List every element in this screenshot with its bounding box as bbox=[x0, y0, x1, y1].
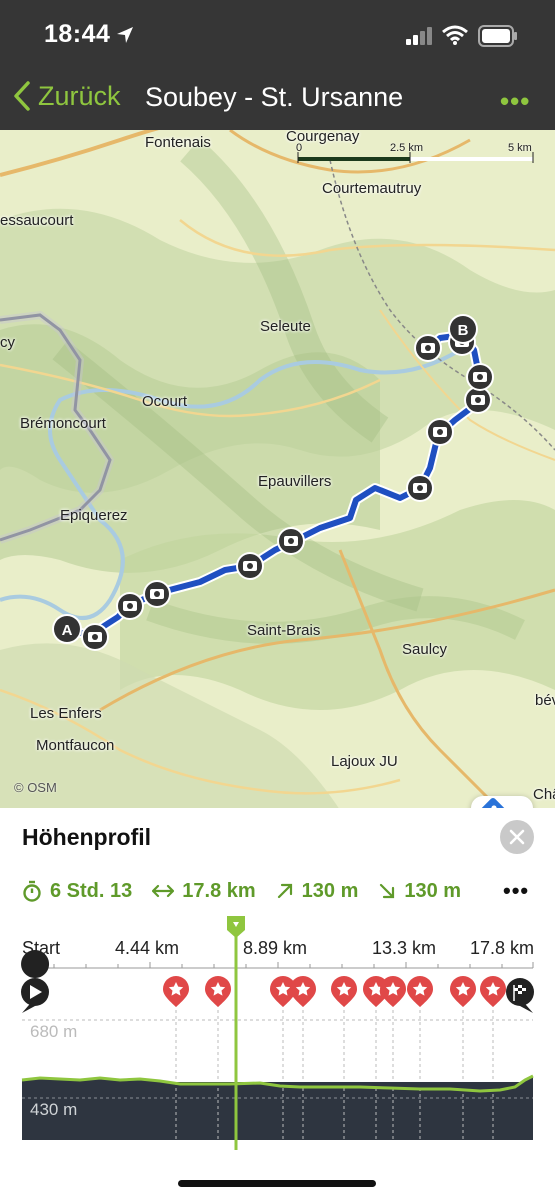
highlight-pin-icon[interactable] bbox=[163, 976, 189, 1007]
photo-marker[interactable] bbox=[236, 552, 264, 580]
place-label: Seleute bbox=[260, 318, 311, 335]
scale-label: 5 km bbox=[508, 142, 532, 154]
place-label: Epiquerez bbox=[60, 507, 128, 524]
place-label: Saint-Brais bbox=[247, 622, 321, 639]
start-marker-label: A bbox=[62, 622, 73, 639]
location-arrow-icon bbox=[116, 26, 134, 49]
end-marker-label: B bbox=[458, 322, 469, 339]
place-label: cy bbox=[0, 334, 15, 351]
photo-marker[interactable] bbox=[414, 334, 442, 362]
back-label: Zurück bbox=[38, 80, 121, 111]
route-map[interactable]: A B Fontenais Courgenay Courtemautruy es… bbox=[0, 130, 555, 810]
place-label: Châ bbox=[533, 786, 555, 803]
photo-marker[interactable] bbox=[426, 418, 454, 446]
map-attribution: © OSM bbox=[14, 780, 57, 795]
elevation-axis-label: 430 m bbox=[30, 1100, 78, 1119]
highlight-pin-icon[interactable] bbox=[290, 976, 316, 1007]
highlight-pin-icon[interactable] bbox=[205, 976, 231, 1007]
highlight-pin-icon[interactable] bbox=[380, 976, 406, 1007]
place-label: Courtemautruy bbox=[322, 180, 422, 197]
place-label: essaucourt bbox=[0, 212, 74, 229]
place-label: Epauvillers bbox=[258, 473, 332, 490]
finish-flag-icon[interactable] bbox=[506, 978, 534, 1013]
place-label: Lajoux JU bbox=[331, 753, 398, 770]
place-label: Montfaucon bbox=[36, 737, 115, 754]
place-label: Saulcy bbox=[402, 641, 448, 658]
scale-label: 0 bbox=[296, 142, 303, 154]
place-label: Brémoncourt bbox=[20, 415, 106, 432]
place-label: Les Enfers bbox=[30, 705, 102, 722]
home-indicator bbox=[178, 1180, 376, 1187]
status-time: 18:44 bbox=[44, 20, 111, 48]
page-title: Soubey - St. Ursanne bbox=[145, 82, 404, 112]
photo-marker[interactable] bbox=[81, 623, 109, 651]
place-label: Fontenais bbox=[145, 134, 211, 151]
photo-marker[interactable] bbox=[143, 580, 171, 608]
elevation-profile-sheet: Höhenprofil 6 Std. 13 17.8 km 130 m 130 … bbox=[0, 808, 555, 1200]
start-poi-icon[interactable] bbox=[21, 950, 50, 1013]
nav-bar: Zurück Soubey - St. Ursanne ••• bbox=[0, 72, 555, 130]
more-options-button[interactable]: ••• bbox=[500, 86, 530, 117]
elevation-axis-label: 680 m bbox=[30, 1022, 78, 1041]
highlight-pin-icon[interactable] bbox=[480, 976, 506, 1007]
chevron-left-icon bbox=[14, 81, 30, 111]
photo-marker[interactable] bbox=[406, 474, 434, 502]
photo-marker[interactable] bbox=[116, 592, 144, 620]
wifi-icon bbox=[442, 25, 468, 50]
photo-marker[interactable] bbox=[466, 363, 494, 391]
battery-icon bbox=[478, 25, 518, 52]
highlight-pin-icon[interactable] bbox=[407, 976, 433, 1007]
cellular-signal-icon bbox=[406, 27, 434, 50]
status-bar: 18:44 bbox=[0, 0, 555, 72]
elevation-profile-chart[interactable] bbox=[0, 808, 555, 1200]
photo-marker[interactable] bbox=[277, 527, 305, 555]
place-label: bév bbox=[535, 692, 555, 709]
highlight-pin-icon[interactable] bbox=[331, 976, 357, 1007]
scale-label: 2.5 km bbox=[390, 142, 424, 154]
highlight-pin-icon[interactable] bbox=[450, 976, 476, 1007]
place-label: Ocourt bbox=[142, 393, 188, 410]
back-button[interactable]: Zurück bbox=[12, 80, 121, 112]
